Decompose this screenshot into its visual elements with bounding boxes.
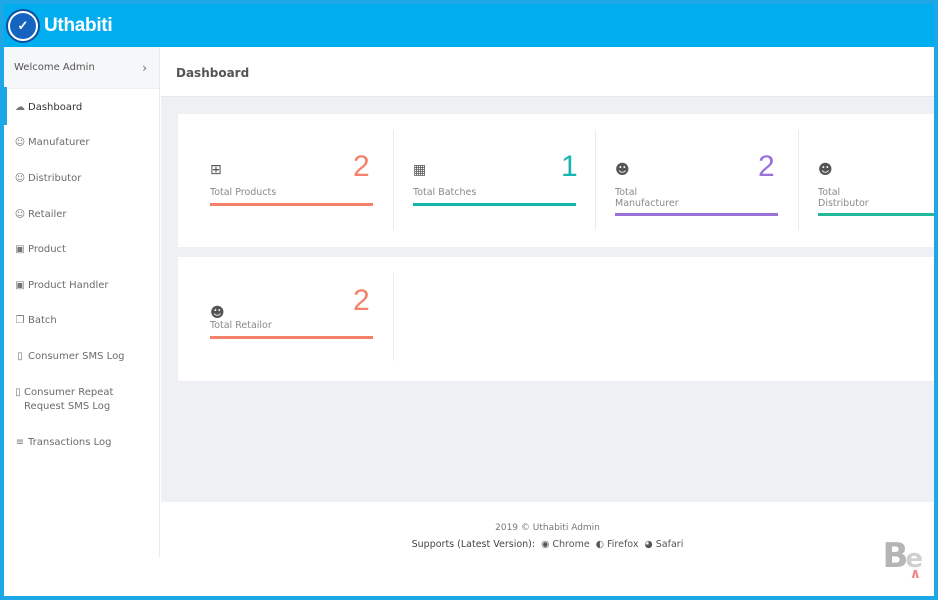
stat-value: 2 xyxy=(758,150,775,183)
stat-total-retailor[interactable]: ☻ Total Retailor 2 xyxy=(178,273,380,373)
footer-copyright: 2019 © Uthabiti Admin xyxy=(495,523,600,533)
user-icon: ☺ xyxy=(14,173,26,184)
sidebar-item-label: Product xyxy=(28,244,66,255)
sidebar-item-consumer-sms-log[interactable]: ▯ Consumer SMS Log xyxy=(4,350,159,364)
sidebar-item-manufaturer[interactable]: ☺ Manufaturer xyxy=(4,136,159,150)
sidebar-item-dashboard[interactable]: ☁ Dashboard xyxy=(4,101,159,115)
stat-value: 2 xyxy=(353,284,370,317)
sidebar-item-consumer-repeat-sms-log[interactable]: ▯ Consumer Repeat Request SMS Log xyxy=(4,386,144,414)
browser-chrome[interactable]: Chrome xyxy=(552,539,589,550)
stat-total-manufacturer[interactable]: ☻ Total Manufacturer 2 xyxy=(583,130,785,230)
behance-watermark-icon: Be ∧ xyxy=(882,536,922,582)
firefox-icon: ◐ xyxy=(595,539,604,550)
divider xyxy=(393,273,394,361)
sidebar-item-label: Dashboard xyxy=(28,102,83,113)
stat-value: 2 xyxy=(353,150,370,183)
footer-supports: Supports (Latest Version): ◉ Chrome ◐ Fire… xyxy=(161,539,934,550)
sidebar-item-product-handler[interactable]: ▣ Product Handler xyxy=(4,279,159,293)
stat-total-batches[interactable]: ▦ Total Batches 1 xyxy=(381,130,583,230)
main-content: Dashboard ⊞ Total Products 2 ▦ Total Bat… xyxy=(161,47,934,557)
stat-label: Total Manufacturer xyxy=(615,187,679,209)
sidebar-item-batch[interactable]: ❐ Batch xyxy=(4,314,159,328)
chrome-icon: ◉ xyxy=(541,539,550,550)
list-icon: ≡ xyxy=(15,437,25,448)
stat-underline xyxy=(413,203,576,206)
users-icon: ☻ xyxy=(615,162,630,178)
box-icon: ▣ xyxy=(15,280,25,291)
page-header: Dashboard xyxy=(161,47,934,97)
box-icon: ▣ xyxy=(15,244,25,255)
phone-icon: ▯ xyxy=(15,387,21,398)
stats-card-row-2: ☻ Total Retailor 2 xyxy=(178,257,934,381)
stat-label: Total Distributor xyxy=(818,187,869,209)
stat-underline xyxy=(210,336,373,339)
users-icon: ☻ xyxy=(210,305,225,321)
sidebar-item-distributor[interactable]: ☺ Distributor xyxy=(4,172,159,186)
cubes-icon: ▦ xyxy=(413,162,427,178)
stat-total-distributor[interactable]: ☻ Total Distributor xyxy=(786,130,934,230)
plus-square-icon: ⊞ xyxy=(210,162,222,178)
sidebar-item-label: Distributor xyxy=(28,173,82,184)
stat-underline xyxy=(818,213,934,216)
sidebar-item-transactions-log[interactable]: ≡ Transactions Log xyxy=(4,436,159,450)
sidebar-item-label: Product Handler xyxy=(28,280,109,291)
brand-logo[interactable]: ✓ Uthabiti xyxy=(6,8,160,44)
welcome-label: Welcome Admin xyxy=(14,62,95,73)
stat-value: 1 xyxy=(561,150,578,183)
supports-label: Supports (Latest Version): xyxy=(411,539,536,550)
phone-icon: ▯ xyxy=(17,351,23,362)
user-icon: ☺ xyxy=(14,137,26,148)
page-title: Dashboard xyxy=(176,66,250,80)
sidebar-item-label: Consumer Repeat Request SMS Log xyxy=(24,387,114,412)
footer: 2019 © Uthabiti Admin Supports (Latest V… xyxy=(161,502,934,557)
users-icon: ☻ xyxy=(818,162,833,178)
copy-icon: ❐ xyxy=(15,315,25,326)
sidebar-welcome[interactable]: Welcome Admin › xyxy=(4,47,159,89)
sidebar-item-label: Manufaturer xyxy=(28,137,90,148)
browser-firefox[interactable]: Firefox xyxy=(607,539,638,550)
sidebar-item-label: Batch xyxy=(28,315,57,326)
sidebar-item-retailer[interactable]: ☺ Retailer xyxy=(4,208,159,222)
stat-label: Total Batches xyxy=(413,187,477,198)
chevron-right-icon: › xyxy=(142,61,147,75)
stat-underline xyxy=(210,203,373,206)
browser-safari[interactable]: Safari xyxy=(656,539,684,550)
stats-card-row-1: ⊞ Total Products 2 ▦ Total Batches 1 ☻ T… xyxy=(178,114,934,247)
user-icon: ☺ xyxy=(14,209,26,220)
app-frame: ✓ Uthabiti Welcome Admin › ☁ Dashboard ☺… xyxy=(4,4,934,596)
stat-underline xyxy=(615,213,778,216)
sidebar-item-label: Retailer xyxy=(28,209,67,220)
stat-label: Total Retailor xyxy=(210,320,272,331)
stat-total-products[interactable]: ⊞ Total Products 2 xyxy=(178,130,380,230)
top-bar: ✓ Uthabiti xyxy=(4,4,934,47)
logo-badge-icon: ✓ xyxy=(6,9,40,43)
brand-name: Uthabiti xyxy=(44,15,113,36)
cloud-icon: ☁ xyxy=(15,102,25,113)
sidebar-item-label: Consumer SMS Log xyxy=(28,351,125,362)
safari-icon: ◕ xyxy=(644,539,653,550)
stat-label: Total Products xyxy=(210,187,277,198)
sidebar: Welcome Admin › ☁ Dashboard ☺ Manufature… xyxy=(4,47,160,557)
sidebar-item-product[interactable]: ▣ Product xyxy=(4,243,159,257)
sidebar-item-label: Transactions Log xyxy=(28,437,112,448)
